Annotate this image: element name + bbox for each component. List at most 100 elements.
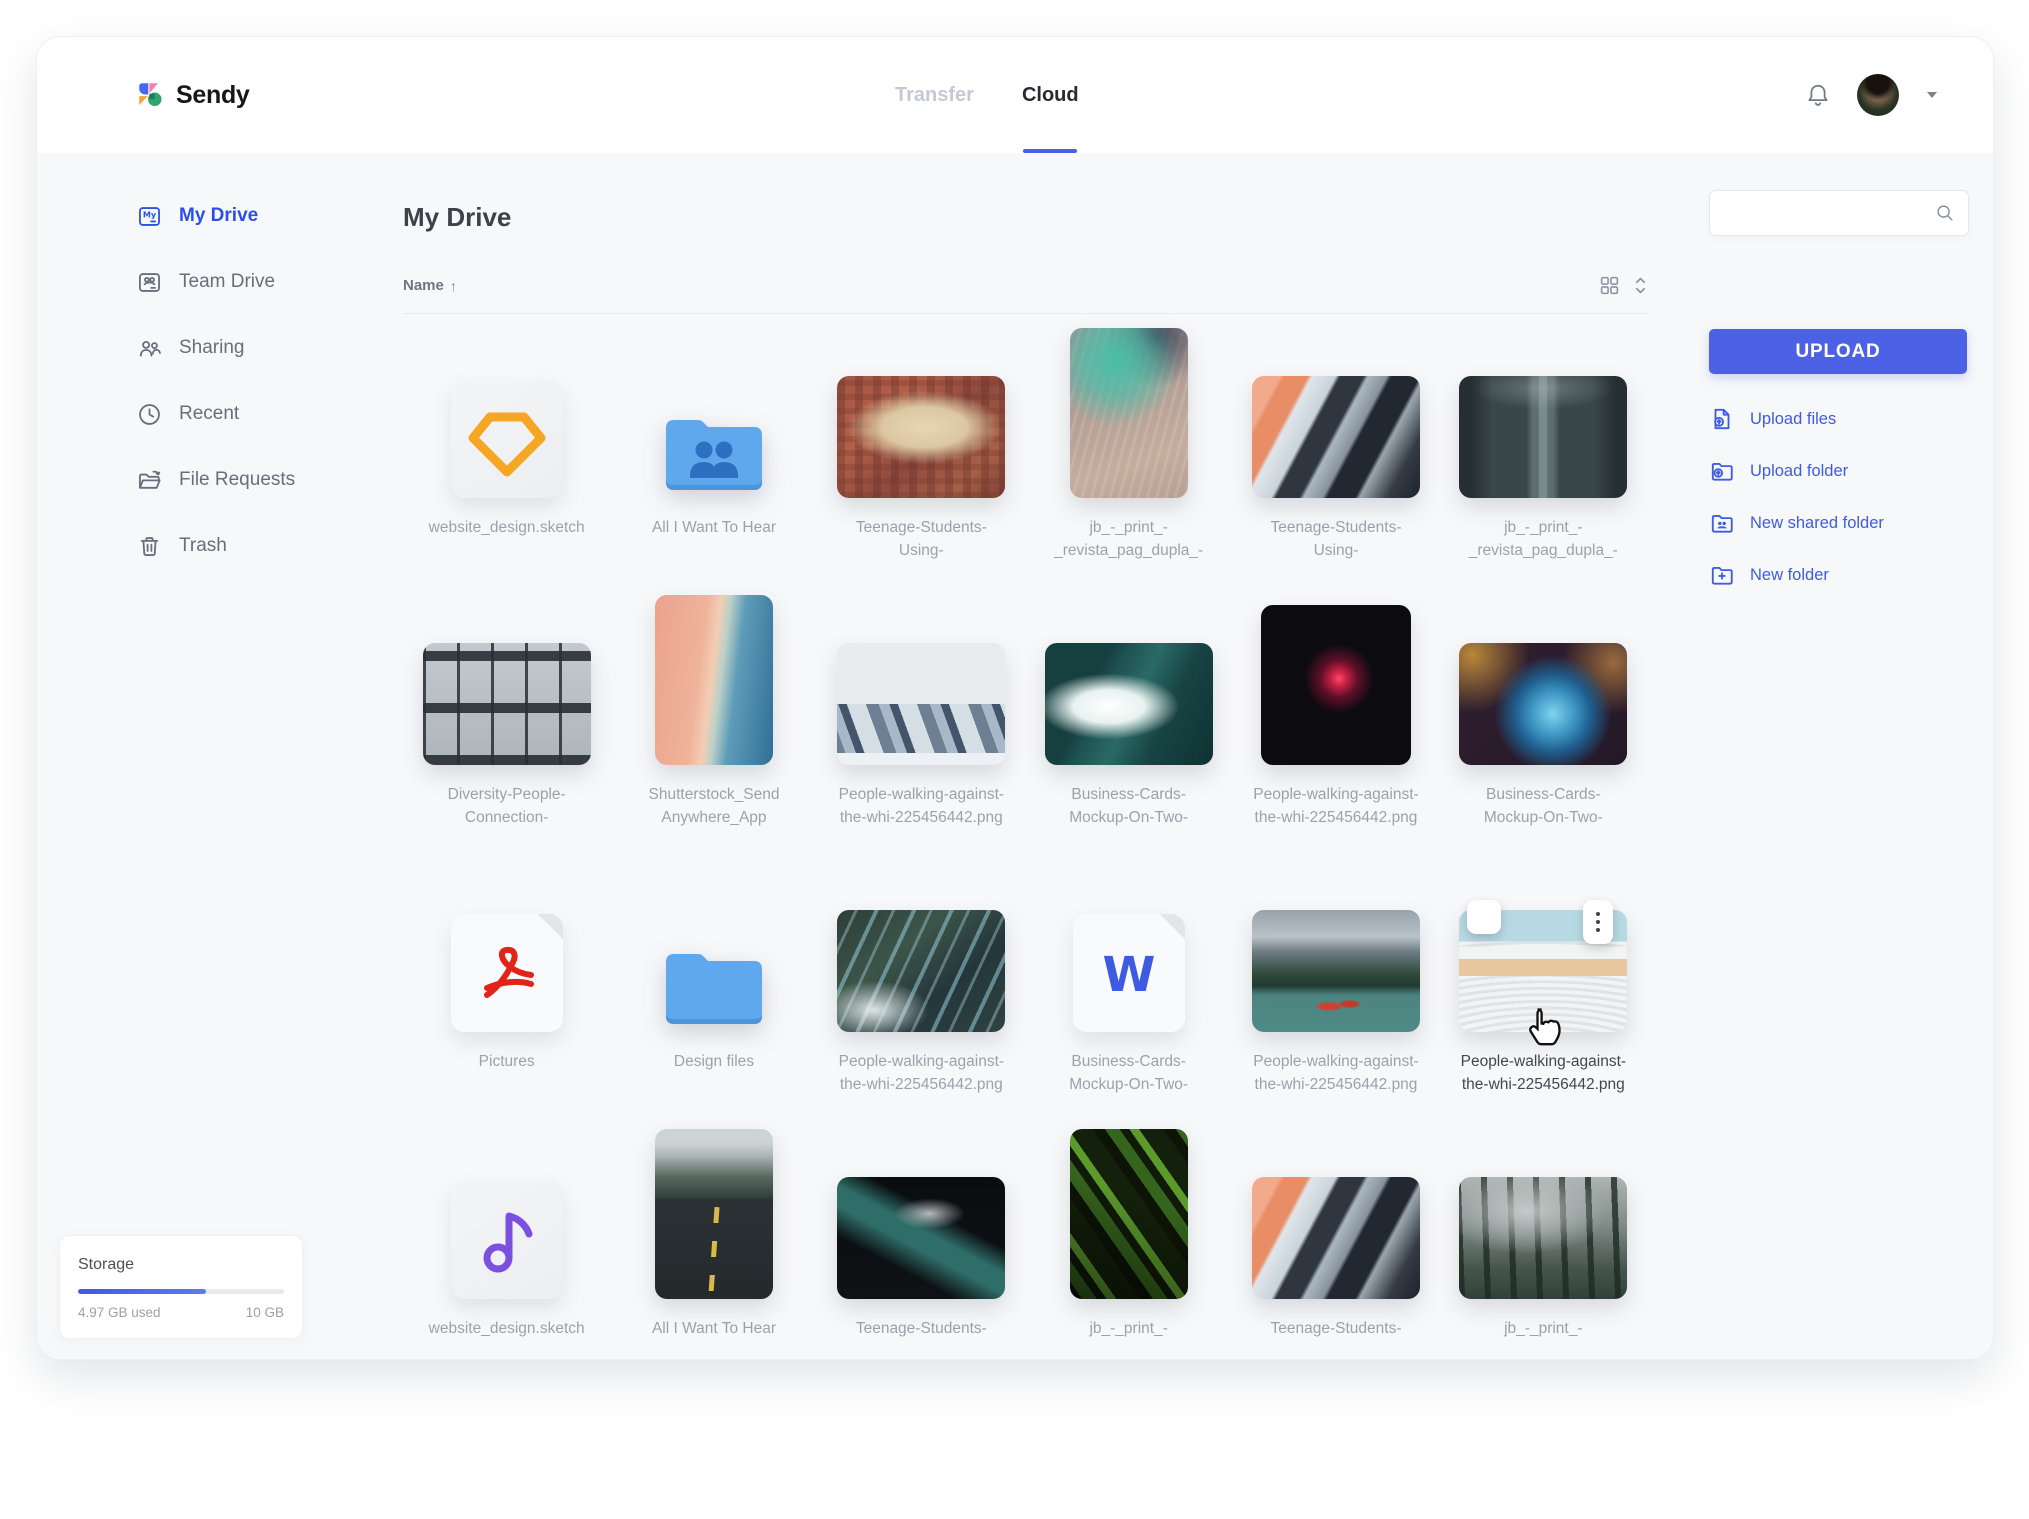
file-item[interactable]: People-walking-against- the-whi-22545644… <box>1440 853 1647 1120</box>
file-item[interactable]: jb_-_print_- _revista_pag_dupla_- <box>1440 319 1647 586</box>
tab-cloud[interactable]: Cloud <box>1022 37 1079 153</box>
file-item[interactable]: jb_-_print_- _revista_pag_dupla_- <box>1025 319 1232 586</box>
file-item[interactable]: All I Want To Hear <box>610 1120 817 1359</box>
file-item[interactable]: Business-Cards- Mockup-On-Two- <box>1440 586 1647 853</box>
snow-mountains-image[interactable] <box>837 643 1006 765</box>
file-name: jb_-_print_- <box>1504 1320 1583 1337</box>
forest-road-aerial-image[interactable] <box>1459 376 1628 498</box>
green-feather-image[interactable] <box>1069 1129 1188 1299</box>
beach-aerial-image[interactable] <box>654 595 773 765</box>
chevron-down-icon[interactable] <box>1925 90 1939 100</box>
music-file-icon[interactable] <box>450 1181 563 1299</box>
sketch-file-icon[interactable] <box>450 380 563 498</box>
file-name: Teenage-Students- <box>855 1320 987 1337</box>
sidebar-item-label: File Requests <box>179 469 296 490</box>
mountain-art-image[interactable] <box>1251 376 1420 498</box>
red-nebula-image[interactable] <box>1260 605 1411 765</box>
link-label: New folder <box>1750 565 1829 584</box>
ocean-wave-image[interactable] <box>1044 643 1213 765</box>
file-item[interactable]: jb_-_print_- <box>1440 1120 1647 1359</box>
file-item[interactable]: Shutterstock_Send Anywhere_App <box>610 586 817 853</box>
app-window-card: Sendy Transfer Cloud My My Drive Team Driv… <box>36 36 1994 1360</box>
pdf-file-icon[interactable] <box>450 914 563 1032</box>
file-name: website_design.sketch <box>428 1320 585 1337</box>
sidebar-item-recent[interactable]: Recent <box>37 381 403 447</box>
file-item[interactable]: People-walking-against- the-whi-22545644… <box>1232 853 1439 1120</box>
file-item[interactable]: W Business-Cards- Mockup-On-Two- <box>1025 853 1232 1120</box>
app-logo[interactable]: Sendy <box>136 37 250 153</box>
file-item[interactable]: Diversity-People- Connection- <box>403 586 610 853</box>
file-item[interactable]: website_design.sketch <box>403 1120 610 1359</box>
storage-title: Storage <box>78 1256 135 1273</box>
sidebar-item-sharing[interactable]: Sharing <box>37 315 403 381</box>
storage-progress-fill <box>78 1289 206 1294</box>
tab-transfer[interactable]: Transfer <box>895 37 974 153</box>
page-title: My Drive <box>403 202 512 233</box>
file-name: Business-Cards- Mockup-On-Two- <box>1069 786 1189 826</box>
night-pier-image[interactable] <box>837 1177 1006 1299</box>
shared-folder-icon[interactable] <box>660 412 768 498</box>
file-name: Business-Cards- Mockup-On-Two- <box>1483 786 1603 826</box>
file-item[interactable]: Design files <box>610 853 817 1120</box>
sidebar-item-label: My Drive <box>179 205 259 226</box>
new-shared-folder-link[interactable]: New shared folder <box>1709 497 1989 549</box>
file-item[interactable]: People-walking-against- the-whi-22545644… <box>1232 586 1439 853</box>
trash-icon <box>136 533 163 560</box>
word-file-icon[interactable]: W <box>1072 914 1185 1032</box>
avatar[interactable] <box>1857 74 1899 116</box>
select-checkbox[interactable] <box>1467 900 1502 934</box>
mountain-road-image[interactable] <box>654 1129 773 1299</box>
file-item[interactable]: All I Want To Hear <box>610 319 817 586</box>
file-item[interactable]: People-walking-against- the-whi-22545644… <box>818 586 1025 853</box>
sort-by-name-button[interactable]: Name ↑ <box>403 277 457 294</box>
new-folder-link[interactable]: New folder <box>1709 549 1989 601</box>
search-input[interactable] <box>1710 191 1934 235</box>
sidebar-item-trash[interactable]: Trash <box>37 513 403 579</box>
building-facade-image[interactable] <box>422 643 591 765</box>
file-item[interactable]: website_design.sketch <box>403 319 610 586</box>
folder-icon[interactable] <box>660 946 768 1032</box>
lake-canoes-image[interactable] <box>1251 910 1420 1032</box>
file-name: Pictures <box>478 1053 535 1070</box>
upload-folder-link[interactable]: Upload folder <box>1709 445 1989 497</box>
storage-widget: Storage 4.97 GB used 10 GB <box>59 1235 303 1339</box>
file-name: Business-Cards- Mockup-On-Two- <box>1069 1053 1189 1093</box>
city-aerial-image[interactable] <box>837 376 1006 498</box>
sidebar-item-my-drive[interactable]: My My Drive <box>37 183 403 249</box>
file-item[interactable]: People-walking-against- the-whi-22545644… <box>818 853 1025 1120</box>
mountain-art-image[interactable] <box>1251 1177 1420 1299</box>
upload-button[interactable]: UPLOAD <box>1709 329 1967 374</box>
blue-nebula-image[interactable] <box>1459 643 1628 765</box>
item-menu-button[interactable] <box>1583 900 1614 944</box>
file-name: Shutterstock_Send Anywhere_App <box>648 786 780 826</box>
file-item[interactable]: Teenage-Students- Using- <box>818 319 1025 586</box>
sidebar-item-file-requests[interactable]: File Requests <box>37 447 403 513</box>
river-delta-image[interactable] <box>1069 328 1188 498</box>
grid-view-icon[interactable] <box>1599 275 1620 296</box>
recent-icon <box>136 401 163 428</box>
file-item[interactable]: Pictures <box>403 853 610 1120</box>
file-name: All I Want To Hear <box>651 1320 777 1337</box>
file-name: Diversity-People- Connection- <box>447 786 566 826</box>
braided-rivers-image[interactable] <box>837 910 1006 1032</box>
search-box <box>1709 190 1969 236</box>
file-name: website_design.sketch <box>428 519 585 536</box>
file-name: jb_-_print_- _revista_pag_dupla_- <box>1468 519 1618 559</box>
sort-order-icon[interactable] <box>1634 276 1647 295</box>
search-icon[interactable] <box>1934 202 1956 224</box>
sidebar-item-team-drive[interactable]: Team Drive <box>37 249 403 315</box>
amphitheater-image[interactable] <box>1459 900 1628 1046</box>
file-item[interactable]: Teenage-Students- <box>1232 1120 1439 1359</box>
upload-files-link[interactable]: Upload files <box>1709 393 1989 445</box>
sidebar-nav: My My Drive Team Drive Sharing Recent File Re… <box>37 183 403 579</box>
sort-label: Name <box>403 277 444 294</box>
foggy-forest-image[interactable] <box>1459 1177 1628 1299</box>
file-item[interactable]: Teenage-Students- Using- <box>1232 319 1439 586</box>
list-divider <box>403 313 1647 314</box>
file-item[interactable]: Business-Cards- Mockup-On-Two- <box>1025 586 1232 853</box>
sort-ascending-arrow-icon: ↑ <box>449 277 457 294</box>
file-item[interactable]: Teenage-Students- <box>818 1120 1025 1359</box>
file-item[interactable]: jb_-_print_- <box>1025 1120 1232 1359</box>
svg-text:W: W <box>1102 947 1155 1003</box>
bell-icon[interactable] <box>1805 81 1831 109</box>
